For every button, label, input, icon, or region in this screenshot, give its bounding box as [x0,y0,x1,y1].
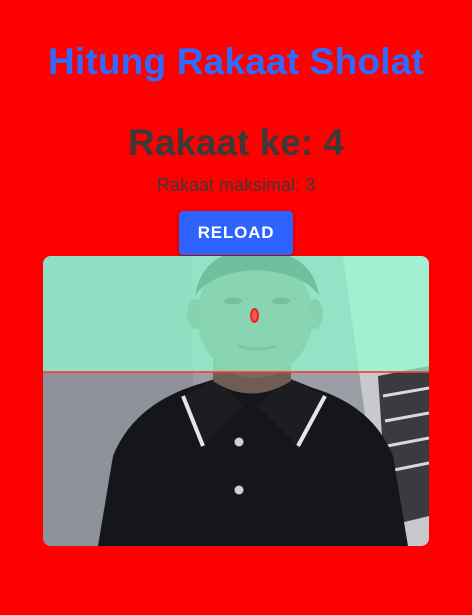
max-rakaat-label: Rakaat maksimal: 3 [156,175,316,195]
threshold-line [43,371,429,373]
app-title: Hitung Rakaat Sholat [47,41,425,82]
current-rakaat-count: Rakaat ke: 4 [128,122,344,163]
app-page: Hitung Rakaat Sholat Rakaat ke: 4 Rakaat… [0,0,472,615]
camera-feed [43,256,429,546]
detection-zone-overlay [43,256,429,372]
reload-button[interactable]: RELOAD [179,211,293,255]
nose-tracking-marker [250,308,259,323]
